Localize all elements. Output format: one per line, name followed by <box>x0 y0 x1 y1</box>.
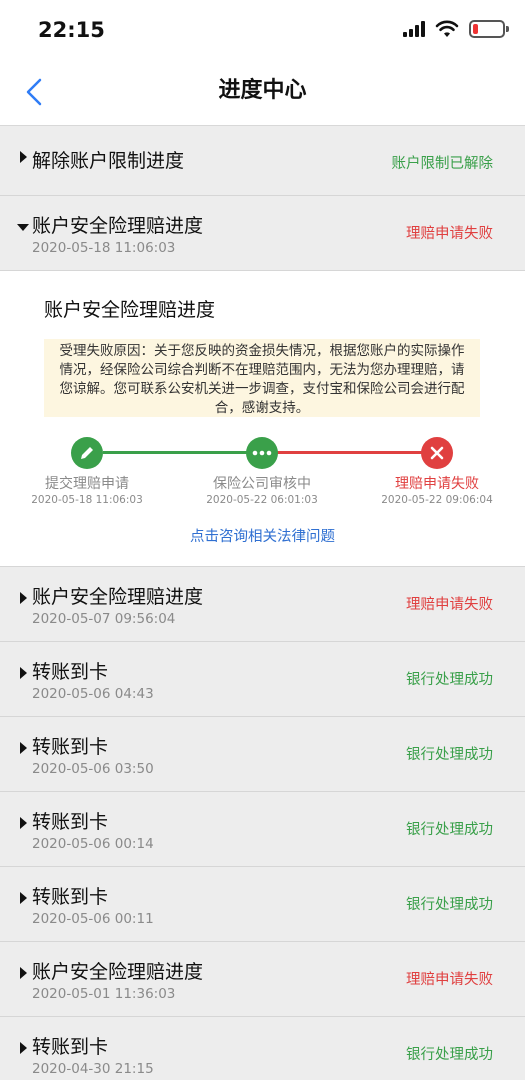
collapsed-arrow-icon <box>20 742 27 754</box>
battery-icon <box>469 20 509 38</box>
progress-line-done <box>103 451 263 454</box>
status-icons <box>403 20 509 38</box>
list-item[interactable]: 转账到卡 2020-04-30 21:15 银行处理成功 <box>0 1017 525 1080</box>
status-text: 银行处理成功 <box>406 747 493 763</box>
row-title: 转账到卡 <box>32 811 109 833</box>
detail-title: 账户安全险理赔进度 <box>44 299 216 321</box>
list-item[interactable]: 转账到卡 2020-05-06 03:50 银行处理成功 <box>0 717 525 792</box>
collapsed-arrow-icon <box>20 667 27 679</box>
more-dots-icon <box>252 450 272 456</box>
collapsed-arrow-icon <box>20 1042 27 1054</box>
row-date: 2020-05-18 11:06:03 <box>32 240 176 256</box>
detail-panel: 账户安全险理赔进度 受理失败原因：关于您反映的资金损失情况，根据您账户的实际操作… <box>0 271 525 567</box>
progress-steps: 提交理赔申请 2020-05-18 11:06:03 保险公司审核中 2020-… <box>0 429 525 509</box>
row-date: 2020-05-07 09:56:04 <box>32 611 176 627</box>
list-item[interactable]: 账户安全险理赔进度 2020-05-01 11:36:03 理赔申请失败 <box>0 942 525 1017</box>
failure-notice: 受理失败原因：关于您反映的资金损失情况，根据您账户的实际操作情况，经保险公司综合… <box>44 339 480 417</box>
collapsed-arrow-icon <box>20 967 27 979</box>
status-text: 银行处理成功 <box>406 672 493 688</box>
nav-bar: 进度中心 <box>0 60 525 126</box>
step-done-node <box>71 437 103 469</box>
status-text: 理赔申请失败 <box>406 972 493 988</box>
step-failed-node <box>421 437 453 469</box>
row-title: 账户安全险理赔进度 <box>32 586 204 608</box>
step-label: 保险公司审核中 <box>213 476 311 492</box>
pencil-icon <box>81 447 93 459</box>
row-title: 解除账户限制进度 <box>32 150 185 172</box>
collapsed-arrow-icon <box>20 592 27 604</box>
status-bar: 22:15 <box>0 0 525 60</box>
list-item[interactable]: 转账到卡 2020-05-06 00:11 银行处理成功 <box>0 867 525 942</box>
collapsed-arrow-icon <box>20 151 27 163</box>
row-title: 转账到卡 <box>32 736 109 758</box>
row-date: 2020-05-06 00:14 <box>32 836 154 852</box>
step-date: 2020-05-22 06:01:03 <box>206 494 318 506</box>
step-label: 提交理赔申请 <box>45 476 129 492</box>
status-text: 理赔申请失败 <box>406 597 493 613</box>
list-item-expanded[interactable]: 账户安全险理赔进度 2020-05-18 11:06:03 理赔申请失败 <box>0 196 525 271</box>
status-text: 银行处理成功 <box>406 897 493 913</box>
row-title: 账户安全险理赔进度 <box>32 961 204 983</box>
close-icon <box>430 446 444 460</box>
status-text: 银行处理成功 <box>406 822 493 838</box>
collapsed-arrow-icon <box>20 892 27 904</box>
status-text: 账户限制已解除 <box>391 156 494 172</box>
step-review-node <box>246 437 278 469</box>
row-title: 转账到卡 <box>32 661 109 683</box>
row-date: 2020-04-30 21:15 <box>32 1061 154 1077</box>
list-item[interactable]: 转账到卡 2020-05-06 00:14 银行处理成功 <box>0 792 525 867</box>
row-date: 2020-05-06 04:43 <box>32 686 154 702</box>
status-text: 银行处理成功 <box>406 1047 493 1063</box>
list-item[interactable]: 账户安全险理赔进度 2020-05-07 09:56:04 理赔申请失败 <box>0 567 525 642</box>
step-date: 2020-05-22 09:06:04 <box>381 494 493 506</box>
status-time: 22:15 <box>38 18 105 42</box>
progress-list: 解除账户限制进度 账户限制已解除 账户安全险理赔进度 2020-05-18 11… <box>0 126 525 1080</box>
row-title: 转账到卡 <box>32 886 109 908</box>
collapsed-arrow-icon <box>20 817 27 829</box>
expanded-arrow-icon <box>17 224 29 231</box>
row-date: 2020-05-06 00:11 <box>32 911 154 927</box>
page-title: 进度中心 <box>218 78 307 103</box>
progress-line-failed <box>277 451 437 454</box>
row-date: 2020-05-01 11:36:03 <box>32 986 176 1002</box>
wifi-icon <box>435 20 459 37</box>
signal-icon <box>403 21 425 37</box>
status-text: 理赔申请失败 <box>406 226 493 242</box>
row-title: 账户安全险理赔进度 <box>32 215 204 237</box>
list-item-account-restriction[interactable]: 解除账户限制进度 账户限制已解除 <box>0 126 525 196</box>
step-date: 2020-05-18 11:06:03 <box>31 494 143 506</box>
consult-legal-link[interactable]: 点击咨询相关法律问题 <box>0 525 525 546</box>
row-date: 2020-05-06 03:50 <box>32 761 154 777</box>
row-title: 转账到卡 <box>32 1036 109 1058</box>
step-label: 理赔申请失败 <box>395 476 479 492</box>
list-item[interactable]: 转账到卡 2020-05-06 04:43 银行处理成功 <box>0 642 525 717</box>
